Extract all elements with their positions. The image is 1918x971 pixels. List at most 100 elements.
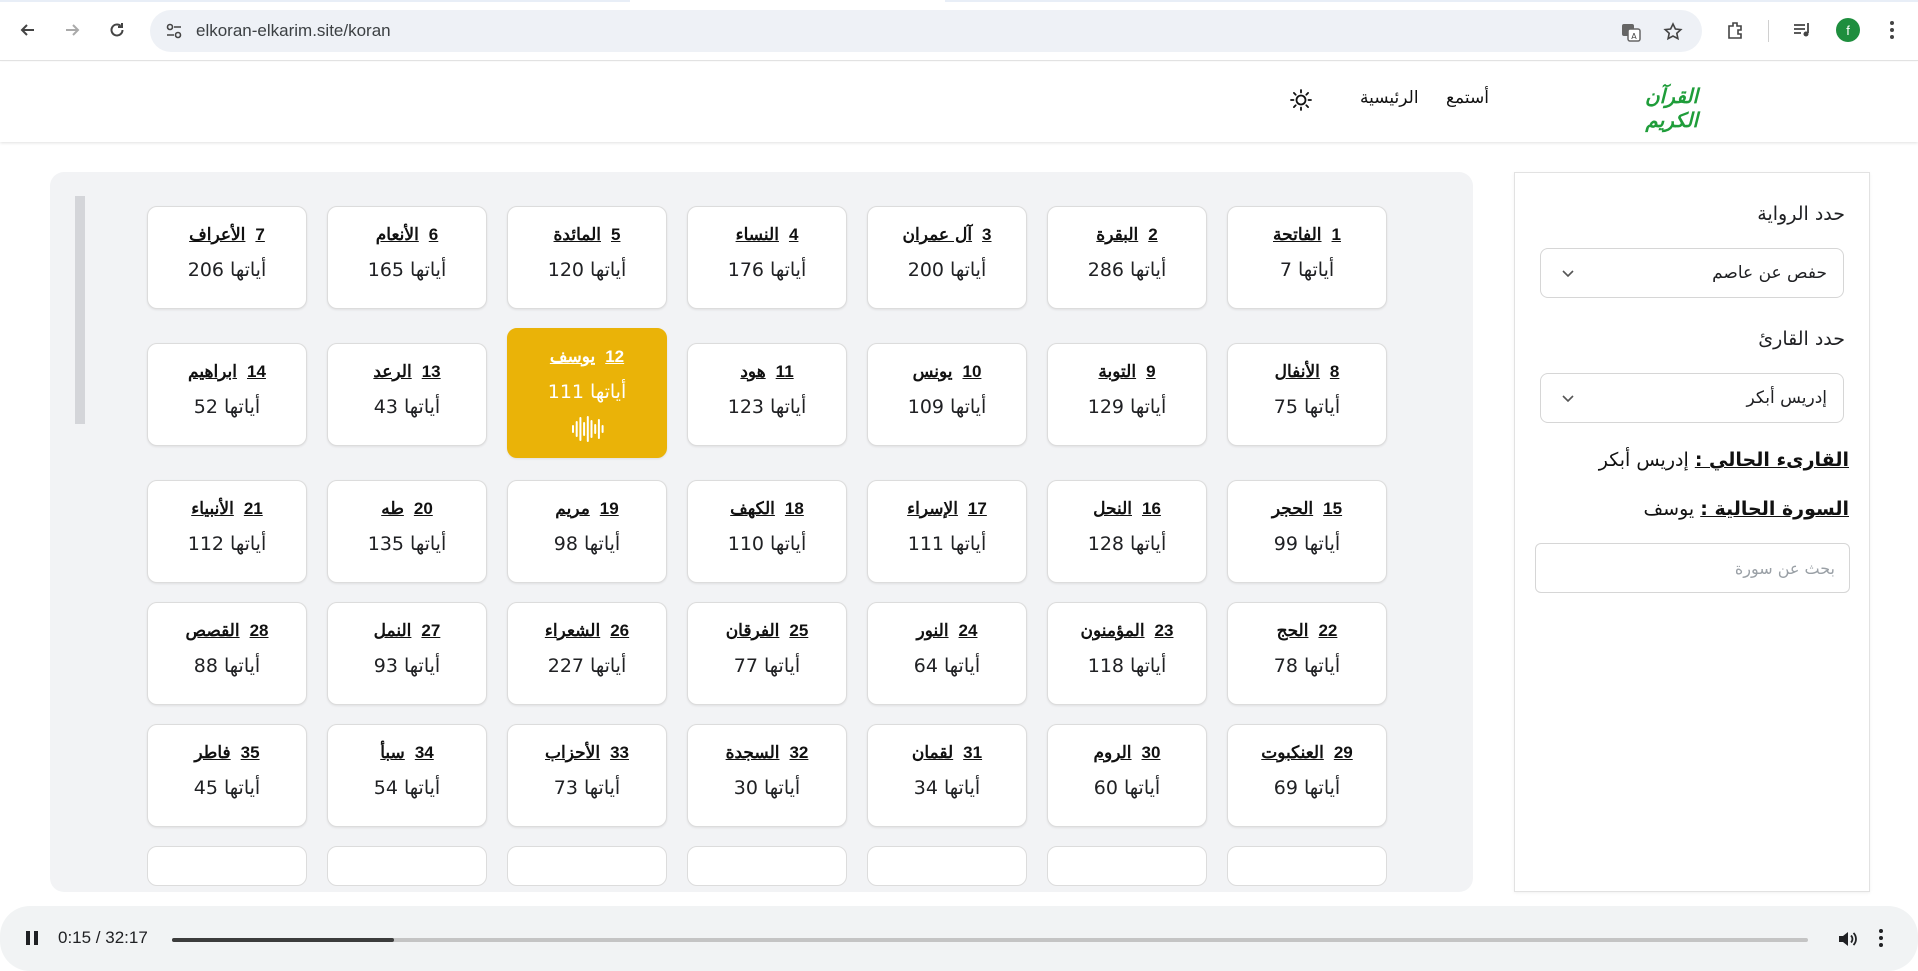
surah-card[interactable]: 23 المؤمنون أياتها 118 xyxy=(1047,602,1207,705)
surah-name: النحل xyxy=(1093,499,1132,519)
audio-wave-icon xyxy=(572,416,604,442)
surah-name: الأعراف xyxy=(189,225,246,245)
surah-card[interactable]: 34 سبأ أياتها 54 xyxy=(327,724,487,827)
surah-card-partial[interactable] xyxy=(507,846,667,886)
surah-name: السجدة xyxy=(725,743,780,763)
surah-card[interactable]: 21 الأنبياء أياتها 112 xyxy=(147,480,307,583)
media-control-icon[interactable] xyxy=(1790,18,1814,42)
theme-toggle-sun-icon[interactable] xyxy=(1288,87,1314,113)
surah-card[interactable]: 22 الحج أياتها 78 xyxy=(1227,602,1387,705)
surah-ayat-count: أياتها 88 xyxy=(193,655,261,677)
surah-title: 28 القصص xyxy=(148,621,306,641)
surah-card-partial[interactable] xyxy=(327,846,487,886)
surah-number: 4 xyxy=(788,225,799,244)
surah-card[interactable]: 10 يونس أياتها 109 xyxy=(867,343,1027,446)
surah-card[interactable]: 27 النمل أياتها 93 xyxy=(327,602,487,705)
surah-card[interactable]: 8 الأنفال أياتها 75 xyxy=(1227,343,1387,446)
surah-card[interactable]: 11 هود أياتها 123 xyxy=(687,343,847,446)
back-icon[interactable] xyxy=(14,16,42,44)
surah-name: النساء xyxy=(735,225,779,245)
surah-search[interactable] xyxy=(1535,543,1850,593)
surah-card[interactable]: 7 الأعراف أياتها 206 xyxy=(147,206,307,309)
reader-select[interactable]: إدريس أبكر xyxy=(1540,373,1844,423)
surah-name: الأنفال xyxy=(1274,362,1320,382)
surah-ayat-count: أياتها 30 xyxy=(733,777,801,799)
surah-card[interactable]: 29 العنكبوت أياتها 69 xyxy=(1227,724,1387,827)
surah-title: 24 النور xyxy=(868,621,1026,641)
nav-listen-link[interactable]: أستمع xyxy=(1446,88,1489,108)
player-more-icon[interactable] xyxy=(1878,928,1898,950)
surah-card[interactable]: 32 السجدة أياتها 30 xyxy=(687,724,847,827)
surah-card[interactable]: 25 الفرقان أياتها 77 xyxy=(687,602,847,705)
surah-title: 21 الأنبياء xyxy=(148,499,306,519)
surah-card[interactable]: 26 الشعراء أياتها 227 xyxy=(507,602,667,705)
surah-card[interactable]: 28 القصص أياتها 88 xyxy=(147,602,307,705)
surah-card[interactable]: 3 آل عمران أياتها 200 xyxy=(867,206,1027,309)
surah-ayat-count: أياتها 123 xyxy=(727,396,807,418)
browser-menu-icon[interactable] xyxy=(1880,18,1904,42)
progress-slider[interactable] xyxy=(172,938,1808,942)
translate-icon[interactable]: A xyxy=(1620,21,1642,43)
reload-icon[interactable] xyxy=(103,16,131,44)
forward-icon[interactable] xyxy=(58,16,86,44)
nav-home-link[interactable]: الرئيسية xyxy=(1360,88,1419,108)
surah-card[interactable]: 14 ابراهيم أياتها 52 xyxy=(147,343,307,446)
surah-card-partial[interactable] xyxy=(687,846,847,886)
surah-title: 6 الأنعام xyxy=(328,225,486,245)
surah-ayat-count: أياتها 176 xyxy=(727,259,807,281)
surah-card[interactable]: 2 البقرة أياتها 286 xyxy=(1047,206,1207,309)
surah-card[interactable]: 4 النساء أياتها 176 xyxy=(687,206,847,309)
surah-card[interactable]: 24 النور أياتها 64 xyxy=(867,602,1027,705)
surah-number: 12 xyxy=(605,347,625,366)
surah-card[interactable]: 16 النحل أياتها 128 xyxy=(1047,480,1207,583)
surah-name: النمل xyxy=(373,621,412,641)
surah-card-partial[interactable] xyxy=(147,846,307,886)
surah-number: 22 xyxy=(1318,621,1338,640)
scrollbar-thumb[interactable] xyxy=(75,196,85,424)
site-info-icon[interactable] xyxy=(164,21,184,41)
surah-card[interactable]: 20 طه أياتها 135 xyxy=(327,480,487,583)
surah-card[interactable]: 9 التوبة أياتها 129 xyxy=(1047,343,1207,446)
surah-card[interactable]: 19 مريم أياتها 98 xyxy=(507,480,667,583)
surah-title: 20 طه xyxy=(328,499,486,519)
surah-card[interactable]: 17 الإسراء أياتها 111 xyxy=(867,480,1027,583)
surah-card-partial[interactable] xyxy=(1047,846,1207,886)
volume-icon[interactable] xyxy=(1836,928,1858,950)
site-header: القرآن الكريم أستمع الرئيسية xyxy=(0,62,1918,142)
surah-title: 8 الأنفال xyxy=(1228,362,1386,382)
surah-title: 4 النساء xyxy=(688,225,846,245)
extensions-icon[interactable] xyxy=(1724,18,1748,42)
surah-card[interactable]: 35 فاطر أياتها 45 xyxy=(147,724,307,827)
profile-avatar[interactable]: f xyxy=(1836,18,1860,42)
surah-ayat-count: أياتها 128 xyxy=(1087,533,1167,555)
site-logo[interactable]: القرآن الكريم xyxy=(1604,84,1698,132)
surah-card[interactable]: 18 الكهف أياتها 110 xyxy=(687,480,847,583)
url-text[interactable]: elkoran-elkarim.site/koran xyxy=(196,21,391,41)
bookmark-star-icon[interactable] xyxy=(1662,21,1684,43)
progress-fill xyxy=(172,938,395,942)
surah-card[interactable]: 1 الفاتحة أياتها 7 xyxy=(1227,206,1387,309)
surah-card-partial[interactable] xyxy=(1227,846,1387,886)
surah-name: الإسراء xyxy=(907,499,958,519)
surah-ayat-count: أياتها 98 xyxy=(553,533,621,555)
surah-card[interactable]: 30 الروم أياتها 60 xyxy=(1047,724,1207,827)
surah-name: سبأ xyxy=(380,743,405,763)
address-bar[interactable]: elkoran-elkarim.site/koran A xyxy=(150,10,1702,52)
surah-search-input[interactable] xyxy=(1536,544,1849,592)
riwaya-select[interactable]: حفص عن عاصم xyxy=(1540,248,1844,298)
surah-title: 12 يوسف xyxy=(508,347,666,367)
surah-card-partial[interactable] xyxy=(867,846,1027,886)
surah-card[interactable]: 5 المائدة أياتها 120 xyxy=(507,206,667,309)
surah-card[interactable]: 13 الرعد أياتها 43 xyxy=(327,343,487,446)
riwaya-label: حدد الرواية xyxy=(1757,203,1845,225)
surah-ayat-count: أياتها 54 xyxy=(373,777,441,799)
surah-card[interactable]: 6 الأنعام أياتها 165 xyxy=(327,206,487,309)
surah-number: 6 xyxy=(428,225,439,244)
pause-icon[interactable] xyxy=(22,928,42,948)
surah-card[interactable]: 15 الحجر أياتها 99 xyxy=(1227,480,1387,583)
surah-number: 28 xyxy=(249,621,269,640)
surah-card[interactable]: 12 يوسف أياتها 111 xyxy=(507,328,667,458)
surah-card[interactable]: 31 لقمان أياتها 34 xyxy=(867,724,1027,827)
surah-ayat-count: أياتها 118 xyxy=(1087,655,1167,677)
surah-card[interactable]: 33 الأحزاب أياتها 73 xyxy=(507,724,667,827)
